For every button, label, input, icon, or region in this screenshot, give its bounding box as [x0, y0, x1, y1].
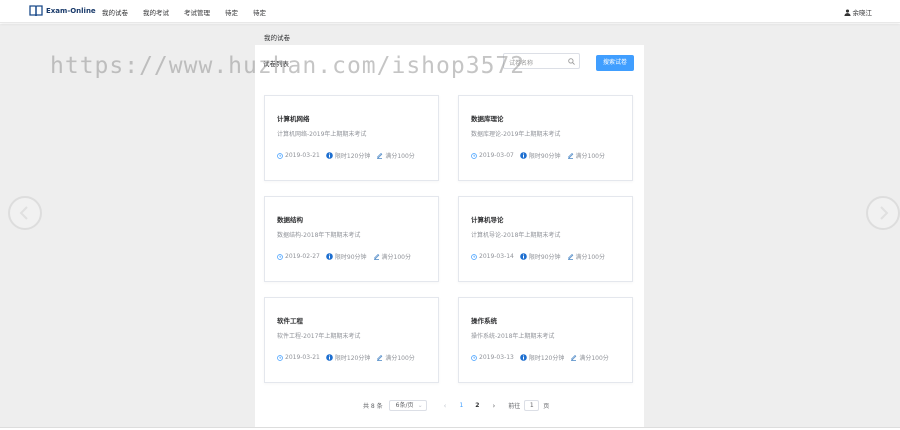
info-icon — [520, 152, 527, 159]
paper-full-score: 满分100分 — [579, 355, 609, 362]
clock-icon — [277, 152, 283, 159]
paper-date: 2019-03-07 — [479, 152, 514, 159]
document-icon — [373, 254, 379, 260]
user-menu[interactable]: 余晓江 — [843, 7, 873, 17]
info-icon — [326, 253, 333, 260]
nav-pending-2[interactable]: 待定 — [253, 7, 266, 17]
paper-title: 操作系统 — [471, 317, 497, 325]
paper-meta: 2019-03-21 限时120分钟 满分100分 — [277, 353, 421, 362]
document-icon — [567, 153, 573, 159]
paper-description: 计算机导论-2018年上期期末考试 — [471, 232, 561, 239]
info-icon — [520, 253, 527, 260]
paper-title: 数据库理论 — [471, 115, 504, 123]
paper-date: 2019-03-21 — [285, 152, 320, 159]
paper-date: 2019-03-14 — [479, 253, 514, 260]
info-icon — [326, 354, 333, 361]
nav-pending-1[interactable]: 待定 — [225, 7, 238, 17]
paper-card[interactable]: 计算机导论 计算机导论-2018年上期期末考试 2019-03-14 限时90分… — [458, 196, 633, 282]
search-icon[interactable] — [568, 58, 575, 65]
user-icon — [843, 8, 851, 16]
info-icon — [326, 152, 333, 159]
clock-icon — [471, 354, 477, 361]
top-navbar: Exam-Online 我的试卷 我的考试 考试管理 待定 待定 余晓江 — [0, 0, 900, 23]
logo-text: Exam-Online — [46, 7, 96, 15]
paper-full-score: 满分100分 — [385, 153, 415, 160]
page-unit-label: 页 — [543, 403, 550, 410]
next-page-button[interactable]: › — [492, 402, 495, 410]
chevron-down-icon: ⌄ — [417, 402, 423, 409]
paper-time-limit: 限时120分钟 — [334, 153, 371, 160]
paper-meta: 2019-03-14 限时90分钟 满分100分 — [471, 252, 611, 261]
document-icon — [377, 153, 383, 159]
paper-description: 操作系统-2018年上期期末考试 — [471, 333, 555, 340]
clock-icon — [471, 253, 477, 260]
paper-date: 2019-03-13 — [479, 354, 514, 361]
paper-card[interactable]: 数据库理论 数据库理论-2019年上期期末考试 2019-03-07 限时90分… — [458, 95, 633, 181]
document-icon — [567, 254, 573, 260]
paper-meta: 2019-03-13 限时120分钟 满分100分 — [471, 353, 615, 362]
search-input[interactable]: 试卷名称 — [503, 53, 580, 69]
carousel-prev-button[interactable] — [8, 196, 42, 230]
paper-full-score: 满分100分 — [385, 355, 415, 362]
paper-card[interactable]: 操作系统 操作系统-2018年上期期末考试 2019-03-13 限时120分钟… — [458, 297, 633, 383]
pagination-total: 共 8 条 — [363, 403, 383, 410]
paper-description: 软件工程-2017年上期期末考试 — [277, 333, 361, 340]
page-size-value: 6条/页 — [395, 402, 414, 409]
paper-full-score: 满分100分 — [381, 254, 411, 261]
paper-meta: 2019-02-27 限时90分钟 满分100分 — [277, 252, 417, 261]
nav-exam-management[interactable]: 考试管理 — [184, 7, 210, 17]
main-nav: 我的试卷 我的考试 考试管理 待定 待定 — [102, 0, 281, 23]
prev-page-button[interactable]: ‹ — [444, 402, 447, 410]
paper-title: 计算机导论 — [471, 216, 504, 224]
search-placeholder: 试卷名称 — [509, 60, 534, 67]
carousel-next-button[interactable] — [866, 196, 900, 230]
page-size-select[interactable]: 6条/页 ⌄ — [388, 400, 427, 411]
paper-meta: 2019-03-21 限时120分钟 满分100分 — [277, 151, 421, 160]
document-icon — [377, 355, 383, 361]
paper-time-limit: 限时90分钟 — [528, 254, 561, 261]
paper-full-score: 满分100分 — [575, 254, 605, 261]
page-number[interactable]: 2 — [475, 402, 479, 409]
goto-label: 前往 — [508, 403, 521, 410]
logo[interactable]: Exam-Online — [29, 5, 96, 17]
paper-description: 数据结构-2018年下期期末考试 — [277, 232, 361, 239]
document-icon — [571, 355, 577, 361]
paper-date: 2019-03-21 — [285, 354, 320, 361]
paper-title: 软件工程 — [277, 317, 303, 325]
user-name: 余晓江 — [852, 9, 873, 17]
nav-my-exams[interactable]: 我的考试 — [143, 7, 169, 17]
paper-full-score: 满分100分 — [575, 153, 605, 160]
breadcrumb: 我的试卷 — [264, 34, 290, 42]
paper-title: 数据结构 — [277, 216, 303, 224]
paper-time-limit: 限时120分钟 — [334, 355, 371, 362]
paper-card[interactable]: 数据结构 数据结构-2018年下期期末考试 2019-02-27 限时90分钟 … — [264, 196, 439, 282]
page-number[interactable]: 1 — [459, 402, 463, 409]
paper-title: 计算机网络 — [277, 115, 310, 123]
paper-card[interactable]: 计算机网络 计算机网络-2019年上期期末考试 2019-03-21 限时120… — [264, 95, 439, 181]
paper-meta: 2019-03-07 限时90分钟 满分100分 — [471, 151, 611, 160]
search-button[interactable]: 搜索试卷 — [596, 55, 634, 71]
clock-icon — [277, 253, 283, 260]
nav-my-papers[interactable]: 我的试卷 — [102, 7, 128, 17]
paper-date: 2019-02-27 — [285, 253, 320, 260]
paper-description: 计算机网络-2019年上期期末考试 — [277, 131, 367, 138]
paper-time-limit: 限时120分钟 — [528, 355, 565, 362]
goto-page-input[interactable]: 1 — [524, 400, 540, 411]
chevron-right-icon — [880, 206, 889, 220]
paper-time-limit: 限时90分钟 — [528, 153, 561, 160]
panel-title: 试卷列表 — [263, 60, 289, 68]
paper-time-limit: 限时90分钟 — [334, 254, 367, 261]
book-icon — [29, 5, 43, 17]
info-icon — [520, 354, 527, 361]
pagination: 共 8 条 6条/页 ⌄ ‹ 1 2 › 前往 1 页 — [363, 400, 549, 411]
clock-icon — [471, 152, 477, 159]
chevron-left-icon — [19, 206, 28, 220]
paper-card[interactable]: 软件工程 软件工程-2017年上期期末考试 2019-03-21 限时120分钟… — [264, 297, 439, 383]
clock-icon — [277, 354, 283, 361]
paper-list-panel: 试卷列表 试卷名称 搜索试卷 计算机网络 计算机网络-2019年上期期末考试 2… — [255, 45, 644, 427]
paper-description: 数据库理论-2019年上期期末考试 — [471, 131, 561, 138]
